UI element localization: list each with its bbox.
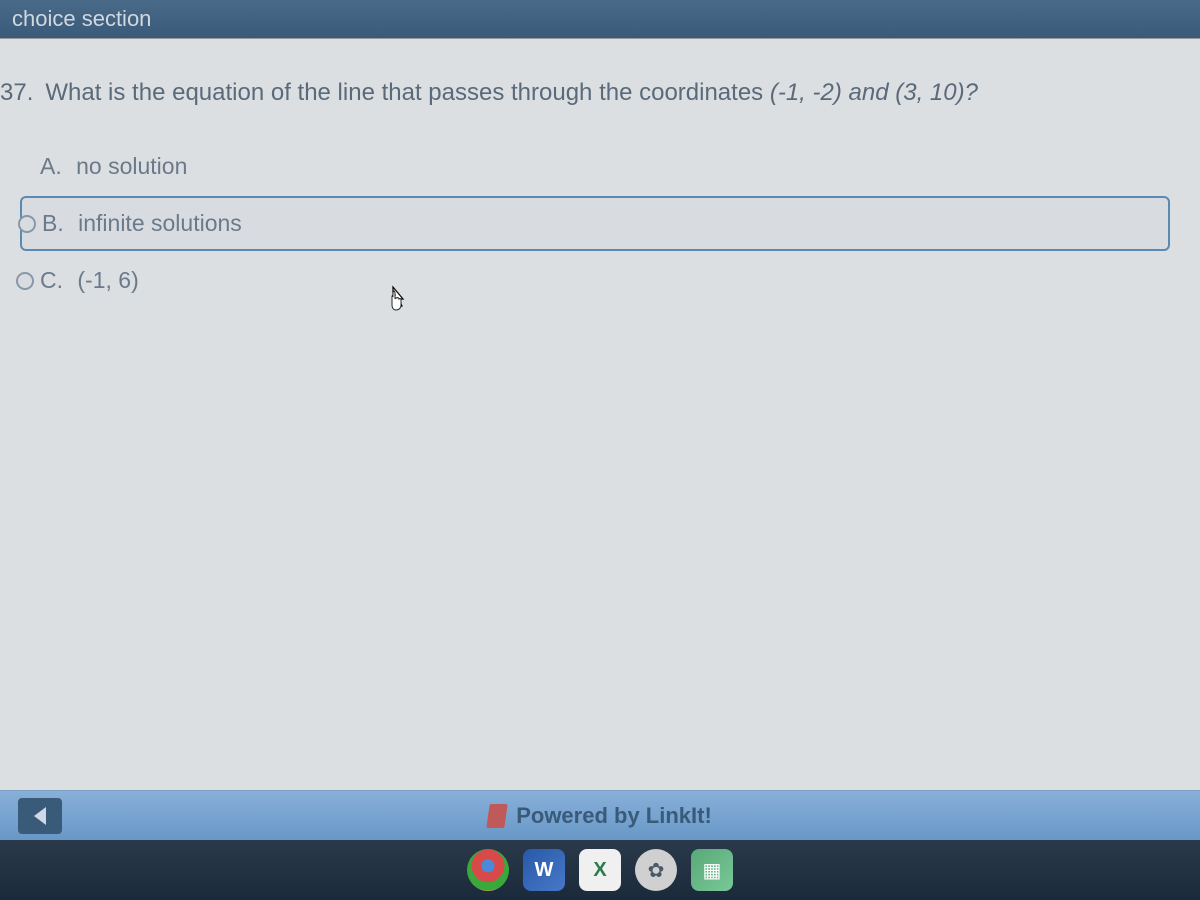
choice-text-a: no solution	[76, 153, 187, 179]
choice-letter-b: B.	[42, 210, 64, 236]
taskbar: W X ✿ ▦	[0, 840, 1200, 900]
section-title: choice section	[12, 6, 151, 31]
section-header: choice section	[0, 0, 1200, 38]
choice-c[interactable]: C. (-1, 6)	[20, 255, 1170, 306]
choice-text-b: infinite solutions	[78, 210, 242, 236]
question-coords-2: (3, 10)	[895, 79, 964, 106]
taskbar-excel-icon[interactable]: X	[579, 849, 621, 891]
powered-text: Powered by LinkIt!	[516, 803, 712, 829]
choice-letter-c: C.	[40, 267, 63, 293]
radio-marker-icon	[18, 215, 36, 233]
question-coords-1: (-1, -2)	[770, 79, 842, 106]
choice-letter-a: A.	[40, 153, 62, 179]
question-text: What is the equation of the line that pa…	[45, 79, 978, 107]
powered-bar: Powered by LinkIt!	[0, 790, 1200, 840]
choice-b[interactable]: B. infinite solutions	[20, 196, 1170, 251]
question-text-end: ?	[965, 79, 978, 106]
taskbar-settings-icon[interactable]: ✿	[635, 849, 677, 891]
question-text-part1: What is the equation of the line that pa…	[45, 79, 769, 106]
prev-button[interactable]	[18, 798, 62, 834]
question-text-mid: and	[842, 79, 895, 106]
question-row: 37. What is the equation of the line tha…	[0, 79, 1180, 137]
question-number: 37.	[0, 79, 33, 107]
taskbar-files-icon[interactable]: ▦	[691, 849, 733, 891]
choices-list: A. no solution B. infinite solutions C. …	[0, 141, 1180, 306]
question-panel: 37. What is the equation of the line tha…	[0, 38, 1200, 818]
linkit-logo-icon	[487, 804, 508, 828]
choice-a[interactable]: A. no solution	[20, 141, 1170, 192]
taskbar-chrome-icon[interactable]	[467, 849, 509, 891]
radio-marker-icon	[16, 272, 34, 290]
choice-text-c: (-1, 6)	[77, 267, 138, 293]
taskbar-word-icon[interactable]: W	[523, 849, 565, 891]
